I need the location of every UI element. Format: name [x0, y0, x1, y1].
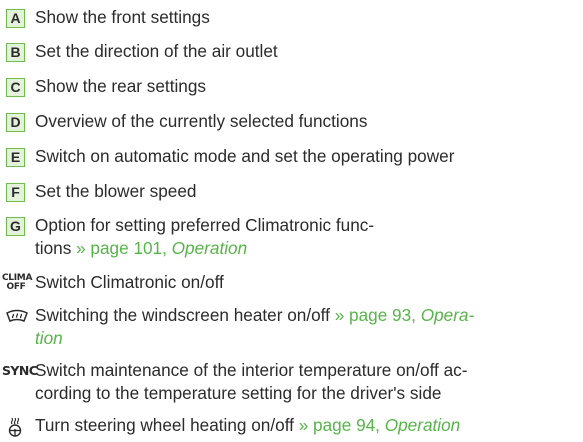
item-text-line2: tions: [35, 238, 77, 258]
page-ref-section[interactable]: Opera-: [421, 305, 475, 325]
item-text-line2: cording to the temperature setting for t…: [35, 383, 442, 403]
page-ref[interactable]: » page 93,: [335, 305, 421, 325]
item-text: Set the direction of the air outlet: [35, 41, 278, 61]
item-text-line1: Switching the windscreen heater on/off: [35, 305, 335, 325]
item-text-line1: Turn steering wheel heating on/off: [35, 415, 299, 435]
key-badge: E: [6, 148, 25, 167]
item-text: Option for setting preferred Climatronic…: [35, 214, 374, 260]
page-ref[interactable]: » page 94,: [299, 415, 385, 435]
page-link[interactable]: » page 101, Operation: [76, 238, 247, 258]
page-ref[interactable]: » page 101,: [76, 238, 172, 258]
item-text-line1: Switch maintenance of the interior tempe…: [35, 360, 468, 380]
steering-wheel-heating-icon: [6, 417, 24, 442]
page-link[interactable]: » page 93, Opera-: [335, 305, 475, 325]
clima-off-icon: CLIMA OFF: [2, 274, 32, 292]
item-text: Switch maintenance of the interior tempe…: [35, 359, 467, 405]
clima-icon-bottom: OFF: [6, 282, 26, 292]
steering-wheel-heating-svg: [8, 417, 22, 437]
key-badge: A: [6, 9, 25, 28]
windscreen-heater-svg: [6, 309, 28, 322]
key-badge: F: [6, 183, 25, 202]
item-text: Overview of the currently selected funct…: [35, 111, 368, 131]
key-badge: C: [6, 78, 25, 97]
sync-icon: SYNC: [2, 363, 38, 378]
item-text: Switching the windscreen heater on/off »…: [35, 304, 474, 350]
windscreen-heater-icon: [6, 309, 28, 328]
key-badge: B: [6, 43, 25, 62]
item-text-line1: Option for setting preferred Climatronic…: [35, 215, 375, 235]
item-text: Show the front settings: [35, 7, 210, 27]
key-badge: D: [6, 113, 25, 132]
page-ref-section[interactable]: Operation: [385, 415, 460, 435]
item-text: Turn steering wheel heating on/off » pag…: [35, 414, 460, 437]
page-ref-section[interactable]: Operation: [172, 238, 247, 258]
item-text: Switch Climatronic on/off: [35, 272, 224, 292]
page-ref-section-cont[interactable]: tion: [35, 328, 63, 348]
page-link[interactable]: » page 94, Operation: [299, 415, 461, 435]
key-badge: G: [6, 217, 25, 236]
item-text: Set the blower speed: [35, 181, 197, 201]
legend: A Show the front settings B Set the dire…: [0, 0, 583, 440]
item-text: Switch on automatic mode and set the ope…: [35, 146, 455, 166]
item-text: Show the rear settings: [35, 76, 207, 96]
